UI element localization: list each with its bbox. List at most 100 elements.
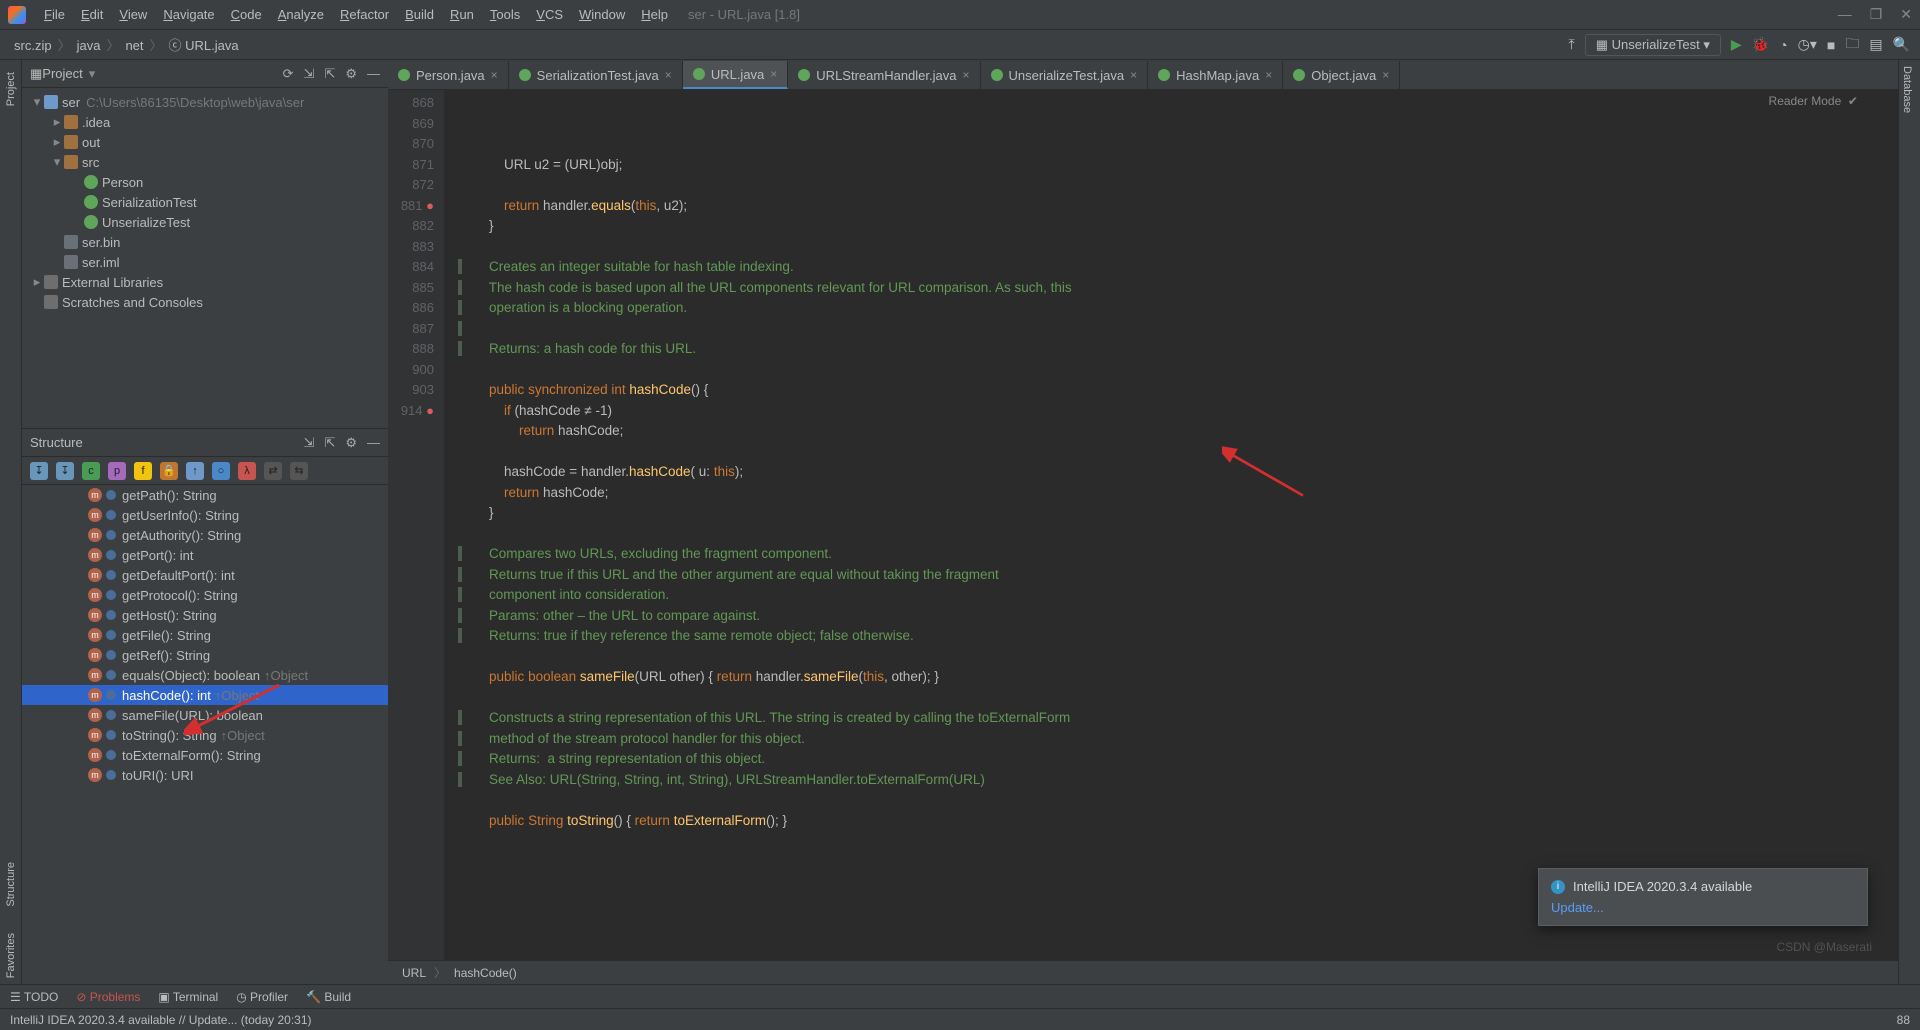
expand-all-icon[interactable]: ⇲	[304, 435, 315, 451]
show-fields-icon[interactable]: f	[134, 462, 152, 480]
hide-icon[interactable]: —	[367, 435, 380, 451]
editor-tab[interactable]: SerializationTest.java×	[509, 61, 683, 89]
menu-tools[interactable]: Tools	[482, 7, 528, 22]
left-rail-structure[interactable]: Structure	[3, 856, 19, 913]
structure-item[interactable]: mgetRef(): String	[22, 645, 388, 665]
tree-row[interactable]: ▸External Libraries	[22, 272, 388, 292]
run-config-selector[interactable]: ▦ UnserializeTest ▾	[1585, 34, 1721, 56]
left-rail-favorites[interactable]: Favorites	[3, 927, 19, 984]
structure-item[interactable]: mgetPort(): int	[22, 545, 388, 565]
gear-icon[interactable]: ⚙	[345, 435, 357, 451]
gear-icon[interactable]: ⚙	[345, 66, 357, 82]
debug-icon[interactable]: 🐞	[1752, 36, 1769, 53]
tree-row[interactable]: ser.bin	[22, 232, 388, 252]
close-tab-icon[interactable]: ×	[491, 68, 498, 82]
structure-item[interactable]: mgetDefaultPort(): int	[22, 565, 388, 585]
menu-code[interactable]: Code	[223, 7, 270, 22]
autoscroll-icon[interactable]: ⇄	[264, 462, 282, 480]
sort-icon[interactable]: ↧	[30, 462, 48, 480]
bottom-todo[interactable]: ☰ TODO	[10, 990, 58, 1004]
tree-row[interactable]: UnserializeTest	[22, 212, 388, 232]
breadcrumb-part[interactable]: java	[73, 38, 105, 53]
menu-navigate[interactable]: Navigate	[155, 7, 222, 22]
breadcrumb-part[interactable]: net	[121, 38, 147, 53]
structure-item[interactable]: mtoURI(): URI	[22, 765, 388, 785]
editor-tab[interactable]: URL.java×	[683, 61, 788, 89]
bottom-terminal[interactable]: ▣ Terminal	[158, 990, 218, 1004]
bottom-problems[interactable]: ⊘ Problems	[76, 990, 140, 1004]
tree-row[interactable]: ▸.idea	[22, 112, 388, 132]
tree-row[interactable]: ▸out	[22, 132, 388, 152]
autoscroll-from-icon[interactable]: ⇆	[290, 462, 308, 480]
editor-breadcrumb[interactable]: URL〉hashCode()	[388, 960, 1898, 984]
structure-item[interactable]: mgetFile(): String	[22, 625, 388, 645]
close-tab-icon[interactable]: ×	[962, 68, 969, 82]
coverage-icon[interactable]: ◔	[1779, 37, 1787, 53]
right-rail-database[interactable]: Database	[1899, 60, 1915, 119]
editor-tab[interactable]: URLStreamHandler.java×	[788, 61, 980, 89]
structure-list[interactable]: mgetPath(): StringmgetUserInfo(): String…	[22, 485, 388, 984]
menu-file[interactable]: File	[36, 7, 73, 22]
bottom-build[interactable]: 🔨 Build	[306, 990, 351, 1004]
close-tab-icon[interactable]: ×	[1130, 68, 1137, 82]
menu-vcs[interactable]: VCS	[528, 7, 571, 22]
breadcrumb-part[interactable]: ⓒ URL.java	[165, 38, 243, 53]
structure-item[interactable]: mhashCode(): int↑Object	[22, 685, 388, 705]
editor-tab[interactable]: UnserializeTest.java×	[981, 61, 1149, 89]
menu-analyze[interactable]: Analyze	[270, 7, 332, 22]
menu-help[interactable]: Help	[633, 7, 676, 22]
tree-row[interactable]: ser.iml	[22, 252, 388, 272]
expand-icon[interactable]: ⇲	[304, 66, 315, 82]
editor-tab[interactable]: Object.java×	[1283, 61, 1400, 89]
tree-row[interactable]: SerializationTest	[22, 192, 388, 212]
show-lock-icon[interactable]: 🔒	[160, 462, 178, 480]
menu-build[interactable]: Build	[397, 7, 442, 22]
structure-item[interactable]: mgetPath(): String	[22, 485, 388, 505]
close-tab-icon[interactable]: ×	[1382, 68, 1389, 82]
statusbar-left[interactable]: IntelliJ IDEA 2020.3.4 available // Upda…	[10, 1013, 312, 1027]
structure-item[interactable]: mgetUserInfo(): String	[22, 505, 388, 525]
stop-icon[interactable]: ■	[1827, 37, 1835, 53]
run-icon[interactable]: ▶	[1731, 36, 1742, 53]
show-props-icon[interactable]: p	[108, 462, 126, 480]
tree-row[interactable]: ▾serC:\Users\86135\Desktop\web\java\ser	[22, 92, 388, 112]
sort-vis-icon[interactable]: ↧	[56, 462, 74, 480]
menu-refactor[interactable]: Refactor	[332, 7, 397, 22]
structure-item[interactable]: mgetProtocol(): String	[22, 585, 388, 605]
profiler-icon[interactable]: ◷▾	[1798, 36, 1817, 53]
menu-view[interactable]: View	[111, 7, 155, 22]
close-icon[interactable]: ✕	[1900, 6, 1912, 23]
structure-item[interactable]: msameFile(URL): boolean	[22, 705, 388, 725]
close-tab-icon[interactable]: ×	[665, 68, 672, 82]
tree-row[interactable]: Scratches and Consoles	[22, 292, 388, 312]
editor-tab[interactable]: HashMap.java×	[1148, 61, 1283, 89]
structure-item[interactable]: mtoString(): String↑Object	[22, 725, 388, 745]
show-classes-icon[interactable]: c	[82, 462, 100, 480]
show-anon-icon[interactable]: ○	[212, 462, 230, 480]
tree-row[interactable]: Person	[22, 172, 388, 192]
maximize-icon[interactable]: ❐	[1870, 6, 1883, 23]
tree-row[interactable]: ▾src	[22, 152, 388, 172]
editor-tab[interactable]: Person.java×	[388, 61, 509, 89]
structure-icon[interactable]: ▤	[1869, 36, 1882, 53]
collapse-icon[interactable]: ⇱	[324, 66, 335, 82]
structure-item[interactable]: mequals(Object): boolean↑Object	[22, 665, 388, 685]
project-tree[interactable]: ▾serC:\Users\86135\Desktop\web\java\ser▸…	[22, 88, 388, 428]
show-lambda-icon[interactable]: λ	[238, 462, 256, 480]
notification-update-link[interactable]: Update...	[1551, 900, 1855, 915]
locate-icon[interactable]: ⟳	[283, 66, 294, 82]
structure-item[interactable]: mgetHost(): String	[22, 605, 388, 625]
menu-edit[interactable]: Edit	[73, 7, 111, 22]
breadcrumb-part[interactable]: src.zip	[10, 38, 56, 53]
editor-code[interactable]: URL u2 = (URL)obj; return handler.equals…	[444, 90, 1898, 960]
structure-item[interactable]: mtoExternalForm(): String	[22, 745, 388, 765]
close-tab-icon[interactable]: ×	[1265, 68, 1272, 82]
structure-item[interactable]: mgetAuthority(): String	[22, 525, 388, 545]
bottom-profiler[interactable]: ◷ Profiler	[236, 990, 288, 1004]
show-inherited-icon[interactable]: ↑	[186, 462, 204, 480]
search-icon[interactable]: 🔍	[1893, 36, 1910, 53]
left-rail-project[interactable]: Project	[3, 66, 19, 112]
menu-window[interactable]: Window	[571, 7, 633, 22]
hide-icon[interactable]: —	[367, 66, 380, 82]
close-tab-icon[interactable]: ×	[770, 67, 777, 81]
